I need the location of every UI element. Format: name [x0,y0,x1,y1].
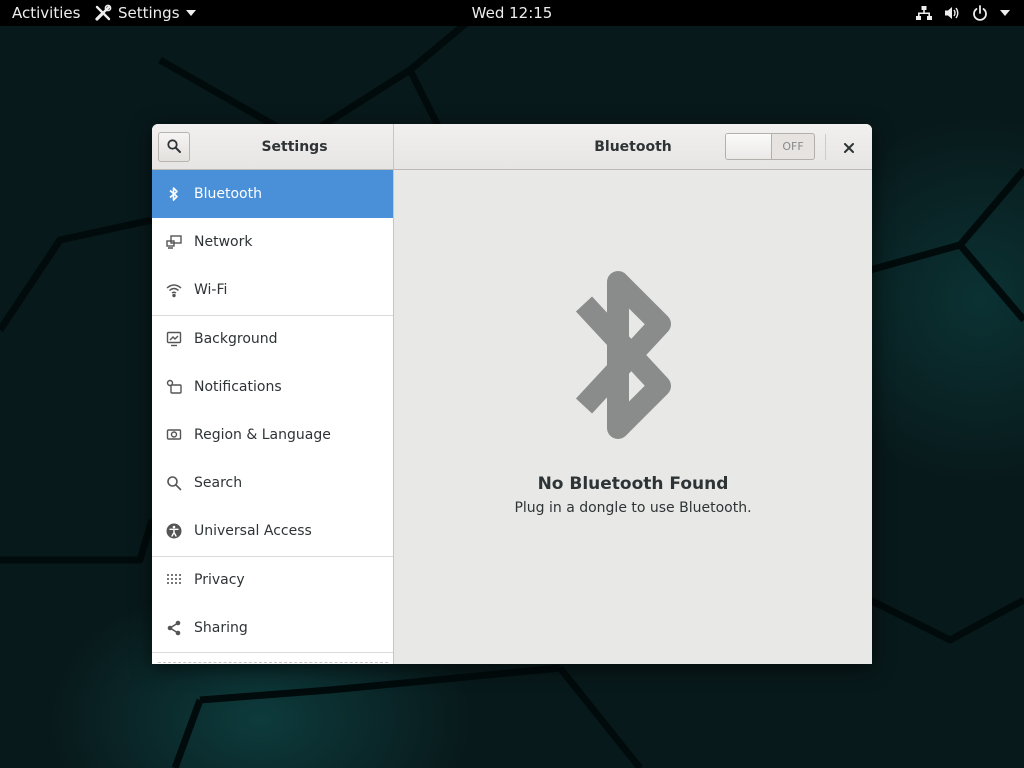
activities-button[interactable]: Activities [12,0,80,26]
sidebar-item-background[interactable]: Background [152,315,393,363]
sidebar-item-label: Sharing [194,620,248,636]
panel-header: Bluetooth OFF [394,124,872,170]
universal-access-icon [166,523,182,539]
chevron-down-icon [1000,10,1010,16]
sidebar-separator [152,652,393,653]
network-icon [166,234,182,250]
sidebar-item-universal-access[interactable]: Universal Access [152,507,393,555]
settings-window: Settings Bluetooth OFF Bluetooth Network… [152,124,872,664]
sharing-icon [166,620,182,636]
sidebar-item-label: Search [194,475,243,491]
sidebar: Bluetooth Network Wi-Fi Background Notif… [152,170,394,664]
toggle-state-label: OFF [782,140,804,153]
volume-icon [944,5,960,21]
bluetooth-toggle[interactable]: OFF [725,133,815,160]
tools-icon [94,4,112,22]
sidebar-item-label: Background [194,331,278,347]
sidebar-item-bluetooth[interactable]: Bluetooth [152,170,393,218]
window-title: Settings [261,139,328,155]
notifications-icon [166,379,182,395]
bluetooth-icon [570,258,686,458]
no-bluetooth-title: No Bluetooth Found [537,474,729,494]
sidebar-header: Settings [152,124,394,170]
system-menu[interactable] [916,0,1010,26]
sidebar-item-wifi[interactable]: Wi-Fi [152,266,393,314]
power-icon [972,5,988,21]
header-separator [825,134,826,160]
privacy-icon [166,572,182,588]
close-button[interactable] [838,136,860,158]
sidebar-item-label: Network [194,234,253,250]
search-button[interactable] [158,132,190,162]
app-menu[interactable]: Settings [94,0,196,26]
sidebar-item-label: Notifications [194,379,282,395]
sidebar-item-network[interactable]: Network [152,218,393,266]
close-icon [844,138,854,157]
sidebar-item-sharing[interactable]: Sharing [152,604,393,652]
wifi-icon [166,282,182,298]
sidebar-item-label: Region & Language [194,427,331,443]
network-status-icon [916,5,932,21]
chevron-down-icon [185,10,196,16]
sidebar-item-label: Bluetooth [194,186,262,202]
app-menu-label: Settings [118,4,180,22]
search-icon [167,138,181,157]
background-icon [166,331,182,347]
sidebar-item-notifications[interactable]: Notifications [152,363,393,411]
sidebar-item-region-language[interactable]: Region & Language [152,411,393,459]
no-bluetooth-subtitle: Plug in a dongle to use Bluetooth. [514,500,752,516]
sidebar-item-privacy[interactable]: Privacy [152,556,393,604]
top-bar: Activities Settings Wed 12:15 [0,0,1024,26]
region-language-icon [166,427,182,443]
sidebar-item-label: Universal Access [194,523,312,539]
sidebar-item-label: Wi-Fi [194,282,228,298]
bluetooth-panel: No Bluetooth Found Plug in a dongle to u… [394,170,872,664]
toggle-knob [726,134,772,159]
bluetooth-icon [166,186,182,202]
clock-label[interactable]: Wed 12:15 [472,4,553,22]
sidebar-item-label: Privacy [194,572,245,588]
activities-label: Activities [12,4,81,22]
sidebar-scroll-edge [158,662,388,663]
search-icon [166,475,182,491]
sidebar-item-search[interactable]: Search [152,459,393,507]
